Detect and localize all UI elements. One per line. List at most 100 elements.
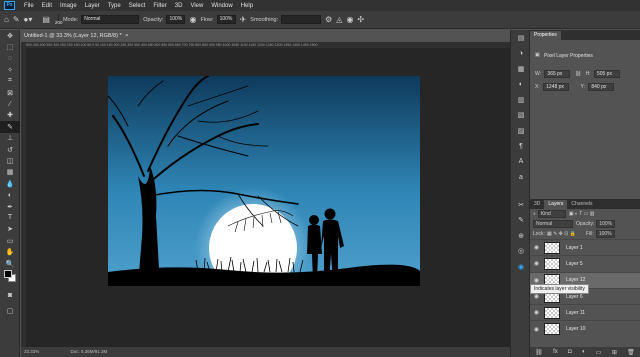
group-icon[interactable]: ▭ (596, 349, 602, 356)
eye-icon[interactable]: ◉ (532, 277, 541, 284)
stamp-tool-icon[interactable]: ⊥ (0, 133, 20, 144)
zoom-level[interactable]: 33.33% (24, 349, 39, 354)
menu-type[interactable]: Type (108, 3, 121, 9)
quick-mask-icon[interactable]: ◙ (0, 290, 20, 301)
brush-preset-icon[interactable]: ●▾ (24, 15, 33, 24)
lasso-tool-icon[interactable]: ◌ (0, 53, 20, 64)
screen-mode-icon[interactable]: ▢ (0, 305, 20, 316)
close-tab-icon[interactable]: × (125, 33, 128, 39)
color-icon[interactable]: ◑ (511, 46, 531, 62)
mask-icon[interactable]: ◘ (568, 349, 572, 355)
shape-tool-icon[interactable]: ▭ (0, 235, 20, 246)
move-tool-icon[interactable]: ✥ (0, 30, 20, 41)
brushes-icon[interactable]: ✎ (511, 213, 531, 229)
foreground-color[interactable] (4, 270, 12, 278)
kind-select[interactable]: Kind (537, 210, 566, 218)
filter-icons[interactable]: ▣ ◐ T ▭ ▥ (569, 211, 595, 217)
menu-edit[interactable]: Edit (42, 3, 52, 9)
brush-tool-icon[interactable]: ✎ (13, 15, 20, 24)
eraser-tool-icon[interactable]: ◫ (0, 155, 20, 166)
link-layers-icon[interactable]: ⛓ (535, 349, 543, 356)
adjustments-icon[interactable]: ◐ (511, 77, 531, 93)
menu-select[interactable]: Select (129, 3, 146, 9)
eyedropper-tool-icon[interactable]: ⁄ (0, 98, 20, 109)
blend-mode-select[interactable]: Normal (533, 220, 573, 228)
opacity-field[interactable]: 100% (166, 15, 186, 24)
document-tab[interactable]: Untitled-1 @ 33.3% (Layer 12, RGB/8) * × (21, 30, 128, 42)
type-tool-icon[interactable]: T (0, 212, 20, 223)
glyphs-icon[interactable]: a (511, 170, 531, 186)
mode-select[interactable]: Normal (81, 15, 140, 24)
paths-icon[interactable]: ◎ (511, 244, 531, 260)
airbrush-icon[interactable]: ✈ (240, 15, 247, 24)
color-swatches[interactable] (4, 270, 16, 282)
eye-icon[interactable]: ◉ (532, 309, 541, 316)
menu-layer[interactable]: Layer (85, 3, 100, 9)
marquee-tool-icon[interactable]: ⬚ (0, 41, 20, 52)
tab-channels[interactable]: Channels (567, 200, 596, 209)
document-canvas[interactable] (108, 76, 420, 286)
pressure-opacity-icon[interactable]: ◉ (189, 15, 196, 24)
swatches-icon[interactable]: ▦ (511, 61, 531, 77)
clone-source-icon[interactable]: ⊕ (511, 228, 531, 244)
new-layer-icon[interactable]: ⊞ (612, 349, 617, 356)
photoshop-logo[interactable]: Ps (4, 1, 15, 10)
eye-icon[interactable]: ◉ (532, 244, 541, 251)
layer-row[interactable]: ◉ Layer 10 (530, 320, 640, 336)
lock-icons[interactable]: ▦ ✎ ✥ ⊡ 🔒 (547, 231, 576, 237)
zoom-tool-icon[interactable]: 🔍 (0, 258, 20, 269)
tab-3d[interactable]: 3D (530, 200, 544, 209)
gradients-icon[interactable]: ▧ (511, 108, 531, 124)
libraries-icon[interactable]: ▥ (511, 92, 531, 108)
menu-file[interactable]: File (24, 3, 34, 9)
hand-tool-icon[interactable]: ✋ (0, 246, 20, 257)
tools-settings-icon[interactable]: ✂ (511, 197, 531, 213)
pressure-size-icon[interactable]: ◉ (346, 15, 353, 24)
healing-tool-icon[interactable]: ✚ (0, 110, 20, 121)
eye-icon[interactable]: ◉ (532, 326, 541, 333)
layer-row[interactable]: ◉ Layer 5 (530, 255, 640, 271)
crop-tool-icon[interactable]: ⌗ (0, 76, 20, 87)
menu-help[interactable]: Help (241, 3, 253, 9)
eye-icon[interactable]: ◉ (532, 293, 541, 300)
y-field[interactable]: 840 px (588, 83, 615, 91)
gradient-tool-icon[interactable]: ▦ (0, 167, 20, 178)
home-icon[interactable]: ⌂ (4, 15, 9, 24)
brush-tool-icon[interactable]: ✎ (0, 121, 20, 133)
trash-icon[interactable]: 🗑 (627, 349, 635, 356)
menu-window[interactable]: Window (211, 3, 232, 9)
menu-image[interactable]: Image (60, 3, 77, 9)
blur-tool-icon[interactable]: 💧 (0, 178, 20, 189)
brush-settings-icon[interactable]: ▤ (42, 15, 50, 24)
width-field[interactable]: 365 px (544, 70, 571, 78)
quick-select-tool-icon[interactable]: ✧ (0, 64, 20, 75)
layer-opacity-field[interactable]: 100% (596, 220, 616, 228)
paragraph-icon[interactable]: ¶ (511, 139, 531, 155)
gear-icon[interactable]: ⚙ (325, 15, 332, 24)
menu-view[interactable]: View (190, 3, 203, 9)
history-icon[interactable]: ▤ (511, 30, 531, 46)
menu-filter[interactable]: Filter (153, 3, 166, 9)
fx-icon[interactable]: fx (553, 349, 558, 355)
height-field[interactable]: 505 px (593, 70, 620, 78)
angle-icon[interactable]: ◬ (336, 15, 342, 24)
tab-layers[interactable]: Layers (544, 200, 568, 209)
link-icon[interactable]: ⛓ (575, 71, 581, 77)
frame-tool-icon[interactable]: ⊠ (0, 87, 20, 98)
smoothing-field[interactable] (281, 15, 322, 24)
symmetry-icon[interactable]: ✣ (357, 15, 364, 24)
tab-properties[interactable]: Properties (530, 31, 561, 40)
dodge-tool-icon[interactable]: ◐ (0, 189, 20, 200)
pen-tool-icon[interactable]: ✒ (0, 201, 20, 212)
layer-row[interactable]: ◉ Layer 11 (530, 304, 640, 320)
patterns-icon[interactable]: ▨ (511, 123, 531, 139)
fill-field[interactable]: 100% (595, 230, 615, 238)
character-icon[interactable]: A (511, 154, 531, 170)
adjustment-layer-icon[interactable]: ◐ (582, 349, 586, 355)
layer-row[interactable]: ◉ Layer 1 (530, 239, 640, 255)
flow-field[interactable]: 100% (216, 15, 236, 24)
history-brush-icon[interactable]: ↺ (0, 144, 20, 155)
path-select-tool-icon[interactable]: ➤ (0, 224, 20, 235)
menu-3d[interactable]: 3D (175, 3, 183, 9)
x-field[interactable]: 1248 px (543, 83, 570, 91)
